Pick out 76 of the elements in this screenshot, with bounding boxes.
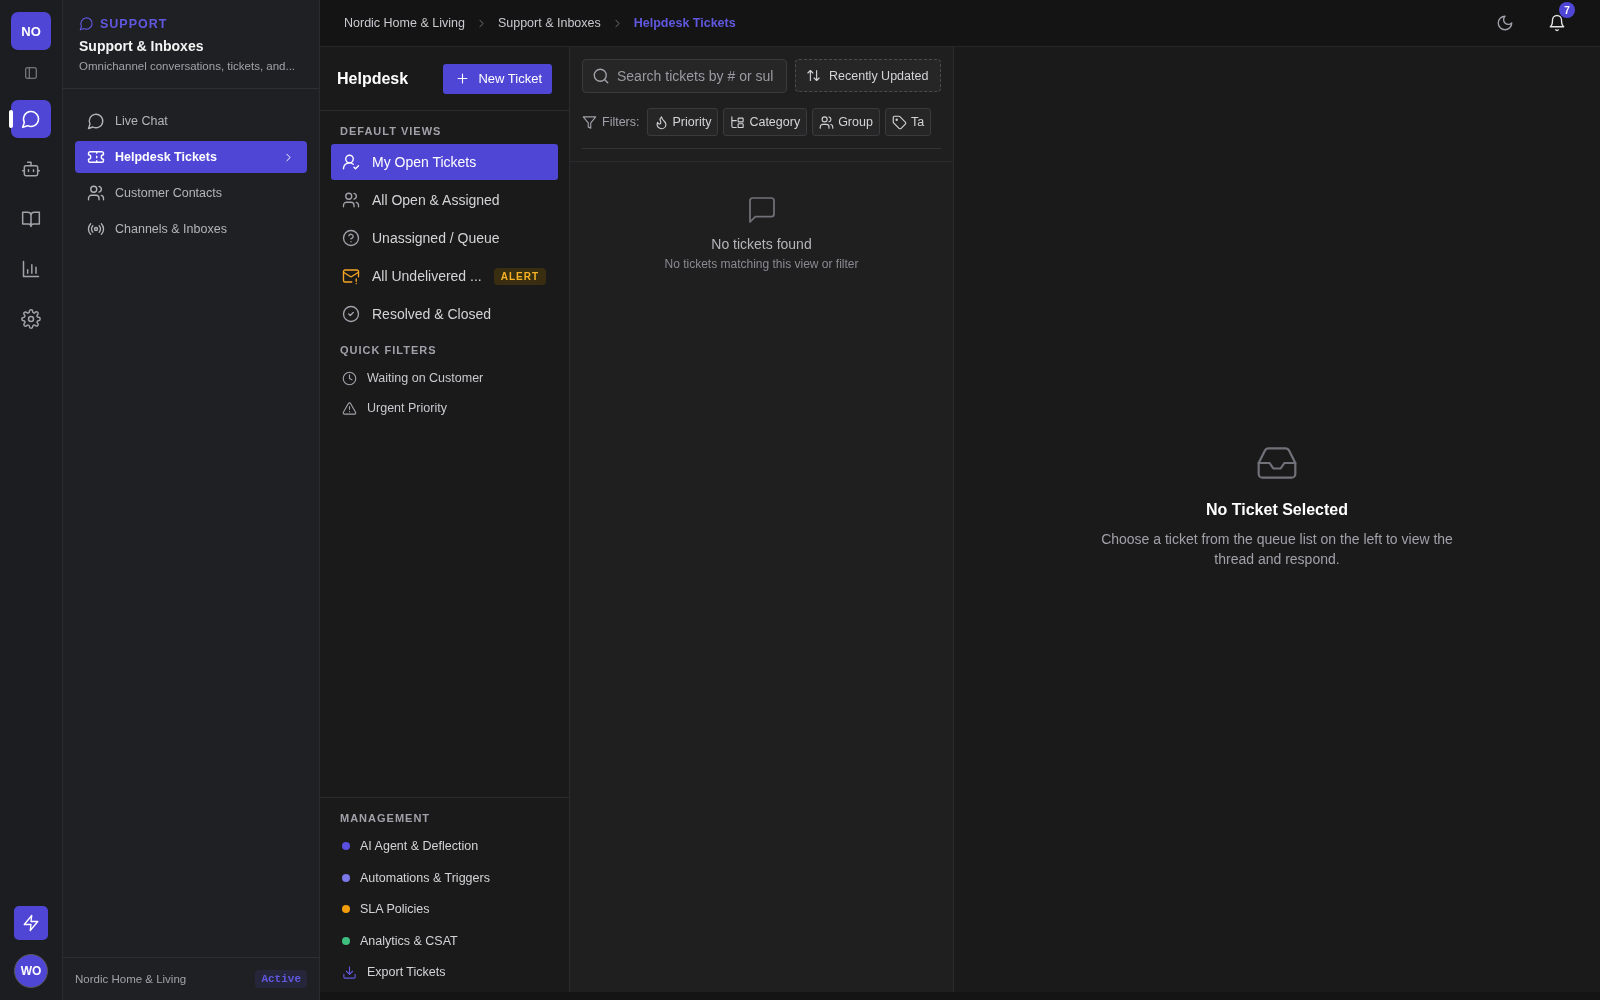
users-icon bbox=[87, 184, 105, 202]
view-item[interactable]: All Open & Assigned bbox=[331, 182, 558, 218]
filter-chip[interactable]: Group bbox=[812, 108, 880, 136]
question-icon bbox=[342, 229, 360, 247]
hierarchy-icon bbox=[730, 114, 746, 130]
filter-chip[interactable]: Priority bbox=[646, 108, 719, 136]
management-item[interactable]: AI Agent & Deflection bbox=[331, 830, 558, 862]
check-circle-icon bbox=[342, 305, 360, 323]
breadcrumb-link[interactable]: Helpdesk Tickets bbox=[633, 16, 736, 30]
workspace-badge[interactable]: NO bbox=[11, 12, 51, 50]
empty-title: No tickets found bbox=[711, 236, 812, 252]
plus-icon bbox=[455, 71, 471, 86]
breadcrumb-link[interactable]: Nordic Home & Living bbox=[344, 16, 465, 30]
management-item[interactable]: Analytics & CSAT bbox=[331, 925, 558, 957]
user-avatar[interactable]: WO bbox=[14, 954, 48, 988]
view-item[interactable]: My Open Tickets bbox=[331, 144, 558, 180]
view-item[interactable]: Unassigned / Queue bbox=[331, 220, 558, 256]
broadcast-icon bbox=[87, 220, 105, 238]
filter-icon bbox=[582, 114, 597, 130]
quick-action-button[interactable] bbox=[14, 906, 48, 940]
quick-filter-item[interactable]: Waiting on Customer bbox=[331, 363, 558, 393]
organization-name: Nordic Home & Living bbox=[75, 973, 187, 985]
sort-icon bbox=[806, 68, 821, 83]
search-field[interactable]: Search tickets by # or sul bbox=[582, 59, 787, 93]
mail-alert-icon bbox=[342, 267, 360, 285]
sidebar-toggle-icon[interactable] bbox=[24, 66, 38, 80]
empty-message: Choose a ticket from the queue list on the left to view the thread and respond. bbox=[1100, 529, 1454, 569]
sidebar-item[interactable]: Helpdesk Tickets bbox=[75, 141, 307, 173]
sidebar-item[interactable]: Live Chat bbox=[75, 105, 307, 137]
sort-button[interactable]: Recently Updated bbox=[795, 59, 941, 92]
flame-icon bbox=[653, 114, 669, 130]
filter-chip[interactable]: Ta bbox=[884, 108, 932, 136]
breadcrumb-link[interactable]: Support & Inboxes bbox=[497, 16, 601, 30]
lightning-icon bbox=[22, 914, 40, 932]
section-label: SUPPORT bbox=[100, 16, 168, 31]
empty-message: No tickets matching this view or filter bbox=[664, 257, 859, 271]
download-icon bbox=[342, 964, 357, 980]
group-label: MANAGEMENT bbox=[339, 811, 432, 824]
bar-chart-icon bbox=[21, 259, 41, 279]
users-icon bbox=[342, 191, 360, 209]
robot-icon bbox=[21, 159, 41, 179]
sidebar-subtitle: Omnichannel conversations, tickets, and... bbox=[79, 60, 297, 72]
status-tag: Active bbox=[255, 970, 307, 988]
chat-icon bbox=[21, 109, 41, 129]
panel-title: Helpdesk bbox=[337, 69, 409, 88]
clock-icon bbox=[342, 370, 357, 386]
quick-filter-item[interactable]: Urgent Priority bbox=[331, 393, 558, 423]
rail-nav-button[interactable] bbox=[11, 100, 51, 138]
warning-icon bbox=[342, 400, 357, 416]
group-label: QUICK FILTERS bbox=[339, 344, 438, 356]
tag-icon bbox=[891, 114, 907, 130]
filters-label: Filters: bbox=[602, 115, 640, 129]
notifications-icon[interactable] bbox=[1548, 14, 1566, 32]
search-icon bbox=[592, 67, 610, 85]
management-item[interactable]: Automations & Triggers bbox=[331, 862, 558, 894]
group-label: DEFAULT VIEWS bbox=[339, 125, 443, 137]
sidebar-title: Support & Inboxes bbox=[79, 38, 205, 54]
sidebar-item[interactable]: Channels & Inboxes bbox=[75, 213, 307, 245]
empty-title: No Ticket Selected bbox=[1206, 500, 1348, 519]
notification-count: 7 bbox=[1559, 2, 1575, 18]
ticket-icon bbox=[87, 148, 105, 166]
users-icon bbox=[819, 114, 835, 130]
alert-badge: ALERT bbox=[493, 267, 547, 285]
new-ticket-button[interactable]: New Ticket bbox=[443, 63, 552, 94]
sidebar-item[interactable]: Customer Contacts bbox=[75, 177, 307, 209]
management-item[interactable]: SLA Policies bbox=[331, 893, 558, 925]
view-item[interactable]: All Undelivered ... ALERT bbox=[331, 258, 558, 294]
filter-chip[interactable]: Category bbox=[723, 108, 808, 136]
user-check-icon bbox=[342, 153, 360, 171]
management-item[interactable]: Export Tickets bbox=[331, 956, 558, 988]
chat-icon bbox=[79, 16, 94, 31]
moon-icon[interactable] bbox=[1496, 14, 1514, 32]
book-icon bbox=[21, 209, 41, 229]
view-item[interactable]: Resolved & Closed bbox=[331, 296, 558, 332]
settings-icon bbox=[21, 309, 41, 329]
chat-icon bbox=[87, 112, 105, 130]
